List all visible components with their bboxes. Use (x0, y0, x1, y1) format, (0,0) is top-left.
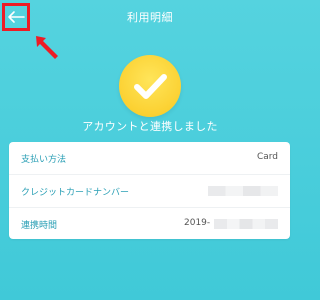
page-title: 利用明細 (127, 11, 173, 24)
success-message: アカウントと連携しました (82, 120, 218, 133)
details-card: 支払い方法 Card クレジットカードナンバー 連携時間 2019- (9, 142, 290, 239)
check-icon (134, 74, 167, 99)
linked-time-masked (214, 219, 278, 229)
payment-method-label: 支払い方法 (21, 155, 67, 165)
detail-row-card-number: クレジットカードナンバー (9, 174, 290, 207)
card-number-masked (208, 186, 278, 196)
success-badge (119, 55, 181, 117)
header-bar: 利用明細 (0, 0, 300, 34)
payment-method-value: Card (256, 152, 278, 162)
annotation-arrow-icon (36, 36, 58, 59)
card-number-label: クレジットカードナンバー (21, 188, 130, 198)
detail-row-linked-time: 連携時間 2019- (9, 207, 290, 240)
linked-time-label: 連携時間 (21, 221, 58, 231)
detail-row-payment-method: 支払い方法 Card (9, 142, 290, 174)
linked-time-value: 2019- (184, 218, 211, 228)
